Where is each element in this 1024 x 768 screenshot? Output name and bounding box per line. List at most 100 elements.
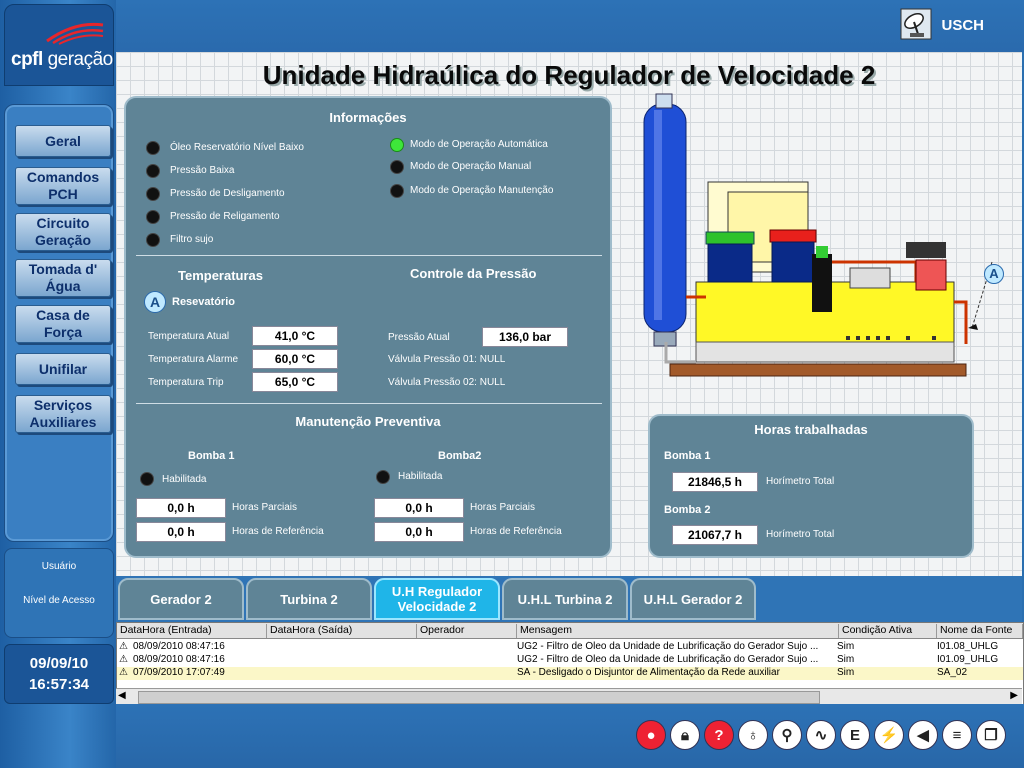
menu-circuito-geracao-button[interactable]: Circuito Geração bbox=[15, 213, 111, 251]
reservoir-label: Resevatório bbox=[172, 296, 235, 308]
menu-comandos-pch-button[interactable]: Comandos PCH bbox=[15, 167, 111, 205]
alarm-icon: ⚠ bbox=[119, 654, 128, 665]
alarm-icon: ⚠ bbox=[119, 641, 128, 652]
alarm-bell-icon[interactable]: ● bbox=[636, 720, 666, 750]
menu-geral-button[interactable]: Geral bbox=[15, 125, 111, 157]
station-label: USCH bbox=[941, 17, 984, 34]
indicator-mode-automatic bbox=[390, 138, 404, 152]
window-icon[interactable]: ❐ bbox=[976, 720, 1006, 750]
network-icon[interactable]: ⚡ bbox=[874, 720, 904, 750]
speaker-icon[interactable]: ◀ bbox=[908, 720, 938, 750]
pump1-partial-hours: 0,0 h bbox=[136, 498, 226, 518]
tab-uhl-turbina-2[interactable]: U.H.L Turbina 2 bbox=[502, 578, 628, 620]
menu-tomada-agua-button[interactable]: Tomada d' Água bbox=[15, 259, 111, 297]
temp-trip-label: Temperatura Trip bbox=[148, 377, 224, 388]
active-condition: Sim bbox=[837, 641, 855, 652]
scrollbar-thumb[interactable] bbox=[138, 691, 820, 704]
pump1-reference-hours: 0,0 h bbox=[136, 522, 226, 542]
column-header[interactable]: Operador bbox=[417, 624, 517, 638]
message: SA - Desligado o Disjuntor de Alimentaçã… bbox=[517, 667, 780, 678]
walker-icon[interactable]: ⚲ bbox=[772, 720, 802, 750]
scroll-right-icon[interactable]: ▶ bbox=[1010, 690, 1018, 701]
pump1-title: Bomba 1 bbox=[188, 450, 235, 462]
tab-uhl-gerador-2[interactable]: U.H.L Gerador 2 bbox=[630, 578, 756, 620]
indicator-label: Pressão Baixa bbox=[170, 165, 235, 176]
indicator-label: Pressão de Religamento bbox=[170, 211, 280, 222]
alarm-icon: ⚠ bbox=[119, 667, 128, 678]
temp-current-value: 41,0 °C bbox=[252, 326, 338, 346]
equipment-marker[interactable]: A bbox=[984, 264, 1004, 284]
column-header[interactable]: DataHora (Saída) bbox=[267, 624, 417, 638]
tab-turbina-2[interactable]: Turbina 2 bbox=[246, 578, 372, 620]
table-row[interactable]: ⚠ 08/09/2010 08:47:16 UG2 - Filtro de Ól… bbox=[117, 641, 1023, 654]
pump1-enabled-label: Habilitada bbox=[162, 474, 207, 485]
horizontal-scrollbar[interactable]: ◀ ▶ bbox=[116, 688, 1022, 705]
temperatures-title: Temperaturas bbox=[178, 268, 264, 283]
company-logo: cpfl geração bbox=[4, 4, 114, 86]
indicator-label: Pressão de Desligamento bbox=[170, 188, 285, 199]
trend-chart-icon[interactable]: ∿ bbox=[806, 720, 836, 750]
scroll-left-icon[interactable]: ◀ bbox=[118, 690, 126, 701]
pump1-partial-label: Horas Parciais bbox=[232, 502, 298, 513]
clock-date: 09/09/10 bbox=[29, 655, 89, 672]
top-bar: USCH bbox=[116, 0, 1024, 52]
indicator-label: Óleo Reservatório Nível Baixo bbox=[170, 142, 304, 153]
message: UG2 - Filtro de Óleo da Unidade de Lubri… bbox=[517, 654, 819, 665]
screen-tabs: Gerador 2 Turbina 2 U.H Regulador Veloci… bbox=[116, 576, 1022, 622]
user-label: Usuário bbox=[41, 561, 77, 572]
pump2-reference-label: Horas de Referência bbox=[470, 526, 562, 537]
indicator-label: Modo de Operação Automática bbox=[410, 139, 548, 150]
source-name: SA_02 bbox=[937, 667, 968, 678]
events-icon[interactable]: E bbox=[840, 720, 870, 750]
temp-current-label: Temperatura Atual bbox=[148, 331, 230, 342]
indicator-mode-maintenance bbox=[390, 184, 404, 198]
indicator-label: Modo de Operação Manual bbox=[410, 161, 532, 172]
entry-time: 07/09/2010 17:07:49 bbox=[133, 667, 225, 678]
message: UG2 - Filtro de Óleo da Unidade de Lubri… bbox=[517, 641, 819, 652]
reservoir-marker[interactable]: A bbox=[144, 291, 166, 313]
menu-servicos-auxiliares-button[interactable]: Serviços Auxiliares bbox=[15, 395, 111, 433]
help-icon[interactable]: ? bbox=[704, 720, 734, 750]
pump1-reference-label: Horas de Referência bbox=[232, 526, 324, 537]
column-header[interactable]: Condição Ativa bbox=[839, 624, 937, 638]
active-condition: Sim bbox=[837, 654, 855, 665]
hours-pump1-value: 21846,5 h bbox=[672, 472, 758, 492]
menu-unifilar-button[interactable]: Unifilar bbox=[15, 353, 111, 385]
source-name: I01.09_UHLG bbox=[937, 654, 999, 665]
lock-icon[interactable]: 🔒︎ bbox=[670, 720, 700, 750]
logo-text: cpfl geração bbox=[11, 49, 113, 70]
table-row[interactable]: ⚠ 08/09/2010 08:47:16 UG2 - Filtro de Ól… bbox=[117, 654, 1023, 667]
logo-wave-icon bbox=[46, 22, 104, 45]
temp-alarm-value: 60,0 °C bbox=[252, 349, 338, 369]
column-header[interactable]: DataHora (Entrada) bbox=[117, 624, 267, 638]
maintenance-title: Manutenção Preventiva bbox=[295, 414, 441, 429]
hours-pump1-label: Horímetro Total bbox=[766, 476, 835, 487]
indicator-filter-dirty bbox=[146, 233, 160, 247]
tab-uh-regulador-velocidade-2[interactable]: U.H Regulador Velocidade 2 bbox=[374, 578, 500, 620]
divider bbox=[136, 255, 602, 256]
hours-worked-title: Horas trabalhadas bbox=[754, 422, 868, 437]
satellite-dish-icon[interactable] bbox=[900, 8, 932, 40]
navigation-menu: Geral Comandos PCH Circuito Geração Toma… bbox=[4, 104, 114, 542]
table-row[interactable]: ⚠ 07/09/2010 17:07:49 SA - Desligado o D… bbox=[117, 667, 1023, 680]
tab-gerador-2[interactable]: Gerador 2 bbox=[118, 578, 244, 620]
indicator-pressure-low bbox=[146, 164, 160, 178]
hours-pump2-value: 21067,7 h bbox=[672, 525, 758, 545]
column-header[interactable]: Mensagem bbox=[517, 624, 839, 638]
column-header[interactable]: Nome da Fonte bbox=[937, 624, 1023, 638]
user-panel: Usuário Nível de Acesso bbox=[4, 548, 114, 638]
valve2-status: Válvula Pressão 02: NULL bbox=[388, 377, 506, 388]
pressure-title: Controle da Pressão bbox=[410, 266, 537, 281]
indicator-pressure-restart bbox=[146, 210, 160, 224]
lamp-icon[interactable]: ♁ bbox=[738, 720, 768, 750]
report-icon[interactable]: ≡ bbox=[942, 720, 972, 750]
menu-casa-de-forca-button[interactable]: Casa de Força bbox=[15, 305, 111, 343]
pump2-partial-hours: 0,0 h bbox=[374, 498, 464, 518]
hours-pump2-label: Horímetro Total bbox=[766, 529, 835, 540]
temp-trip-value: 65,0 °C bbox=[252, 372, 338, 392]
divider bbox=[136, 403, 602, 404]
indicator-label: Modo de Operação Manutenção bbox=[410, 185, 554, 196]
pump2-enabled-indicator bbox=[376, 470, 390, 484]
info-title: Informações bbox=[329, 110, 407, 125]
hours-pump1-title: Bomba 1 bbox=[664, 450, 711, 462]
